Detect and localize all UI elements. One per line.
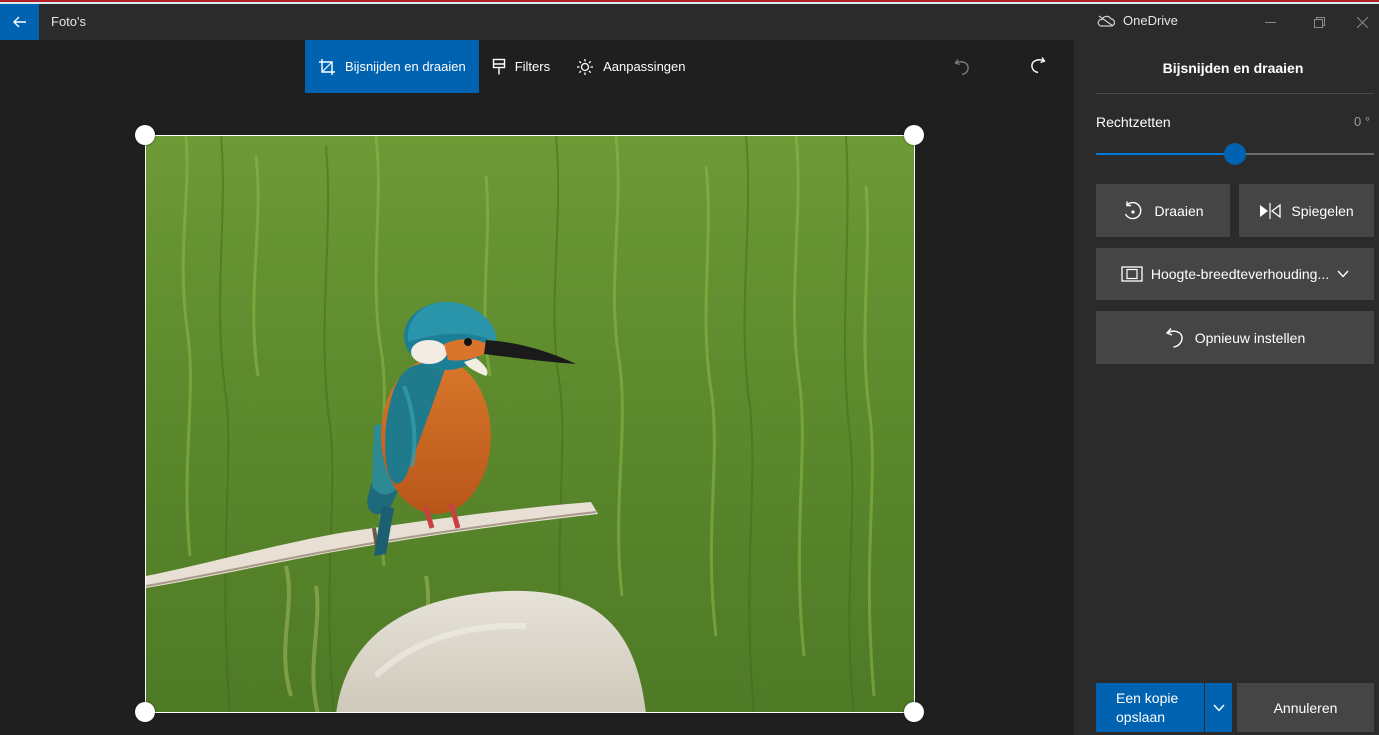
app-title: Foto's — [51, 14, 86, 29]
onedrive-label: OneDrive — [1123, 13, 1178, 28]
reset-button[interactable]: Opnieuw instellen — [1096, 311, 1374, 364]
aspect-ratio-label: Hoogte-breedteverhouding... — [1150, 266, 1330, 282]
tab-adjustments-label: Aanpassingen — [603, 59, 686, 74]
cancel-label: Annuleren — [1273, 699, 1338, 716]
save-copy-label-line1: Een kopie — [1116, 689, 1179, 706]
onedrive-status[interactable]: OneDrive — [1097, 13, 1178, 28]
save-copy-button[interactable]: Een kopie opslaan — [1096, 683, 1204, 732]
tab-crop-rotate-label: Bijsnijden en draaien — [345, 59, 466, 74]
cancel-button[interactable]: Annuleren — [1237, 683, 1374, 732]
back-arrow-icon — [12, 16, 26, 28]
rotate-button[interactable]: Draaien — [1096, 184, 1230, 237]
redo-button[interactable] — [1021, 48, 1055, 82]
undo-icon — [954, 59, 969, 76]
slider-fill — [1096, 153, 1235, 155]
close-icon — [1356, 16, 1368, 28]
minimize-icon — [1264, 21, 1276, 23]
panel-divider — [1096, 93, 1374, 94]
brightness-icon — [577, 58, 594, 75]
editor-canvas: Bijsnijden en draaien Filters Aanpassing… — [0, 40, 1074, 735]
crop-rotate-panel: Bijsnijden en draaien Rechtzetten Draaie… — [1074, 40, 1379, 735]
onedrive-cloud-icon — [1097, 15, 1115, 27]
aspect-ratio-icon — [1121, 266, 1143, 282]
title-bar: Foto's OneDrive — [0, 4, 1379, 40]
tab-adjustments[interactable]: Aanpassingen — [563, 40, 698, 93]
close-button[interactable] — [1345, 4, 1379, 40]
straighten-label: Rechtzetten — [1096, 114, 1171, 130]
straighten-slider[interactable] — [1096, 142, 1374, 166]
save-copy-label-line2: opslaan — [1116, 708, 1166, 725]
save-options-button[interactable] — [1205, 683, 1232, 732]
flip-button[interactable]: Spiegelen — [1239, 184, 1374, 237]
reset-label: Opnieuw instellen — [1194, 329, 1306, 346]
panel-title: Bijsnijden en draaien — [1162, 60, 1304, 76]
flip-label: Spiegelen — [1291, 202, 1354, 219]
back-button[interactable] — [0, 4, 39, 40]
crop-handle-top-left[interactable] — [135, 125, 155, 145]
crop-handle-bottom-left[interactable] — [135, 702, 155, 722]
kingfisher-photo — [146, 136, 914, 712]
restore-button[interactable] — [1296, 4, 1342, 40]
redo-icon — [1031, 57, 1046, 74]
aspect-ratio-dropdown[interactable]: Hoogte-breedteverhouding... — [1096, 248, 1374, 300]
edit-toolbar: Bijsnijden en draaien Filters Aanpassing… — [305, 40, 699, 93]
chevron-down-icon — [1212, 704, 1225, 712]
rotate-label: Draaien — [1154, 202, 1204, 219]
chevron-down-icon — [1337, 270, 1349, 278]
tab-crop-rotate[interactable]: Bijsnijden en draaien — [305, 40, 479, 93]
tab-filters[interactable]: Filters — [479, 40, 563, 93]
tab-filters-label: Filters — [514, 59, 551, 74]
straighten-value: 0 ° — [1354, 114, 1371, 129]
reset-icon — [1165, 327, 1183, 348]
crop-handle-bottom-right[interactable] — [904, 702, 924, 722]
undo-button[interactable] — [945, 50, 979, 84]
flip-icon — [1260, 202, 1282, 219]
crop-handle-top-right[interactable] — [904, 125, 924, 145]
photo-crop-area[interactable] — [145, 135, 915, 713]
slider-thumb[interactable] — [1224, 143, 1246, 165]
restore-icon — [1313, 16, 1325, 28]
filter-brush-icon — [492, 58, 505, 74]
rotate-icon — [1125, 201, 1142, 219]
crop-icon — [319, 58, 335, 75]
minimize-button[interactable] — [1247, 4, 1293, 40]
